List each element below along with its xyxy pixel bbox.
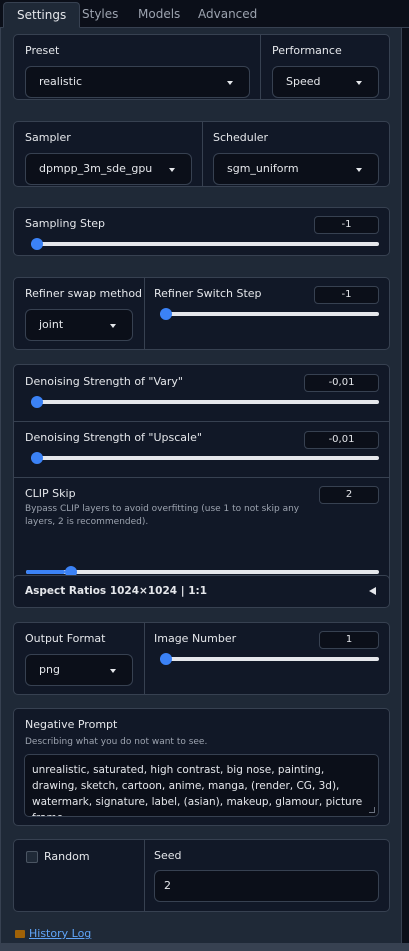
slider-thumb[interactable]	[31, 452, 43, 464]
clip-skip-label: CLIP Skip	[25, 487, 76, 500]
tab-settings[interactable]: Settings	[3, 2, 81, 28]
denoising-clip-group: Denoising Strength of "Vary" -0,01 Denoi…	[13, 364, 390, 589]
chevron-down-icon	[110, 324, 116, 328]
image-number-label: Image Number	[154, 632, 237, 645]
refiner-swap-method-label: Refiner swap method	[25, 287, 143, 300]
collapse-arrow-icon[interactable]	[369, 587, 376, 595]
tab-bar: Settings Styles Models Advanced	[0, 0, 409, 28]
output-format-value: png	[39, 663, 60, 676]
output-format-group: Output Format png Image Number 1	[13, 622, 390, 695]
performance-dropdown[interactable]: Speed	[272, 66, 379, 98]
negative-prompt-text: unrealistic, saturated, high contrast, b…	[32, 764, 363, 816]
slider-thumb[interactable]	[31, 238, 43, 250]
scheduler-value: sgm_uniform	[227, 162, 299, 175]
clip-skip-number-input[interactable]: 2	[319, 486, 379, 504]
slider-fill	[26, 570, 65, 574]
chevron-down-icon	[169, 168, 175, 172]
tab-styles[interactable]: Styles	[70, 2, 130, 28]
history-log-link[interactable]: History Log	[29, 927, 91, 940]
clip-skip-slider[interactable]	[26, 566, 379, 578]
preset-dropdown[interactable]: realistic	[25, 66, 250, 98]
negative-prompt-info: Describing what you do not want to see.	[25, 737, 208, 747]
sampling-step-label: Sampling Step	[25, 217, 106, 230]
output-format-dropdown[interactable]: png	[25, 654, 133, 686]
seed-input[interactable]: 2	[154, 870, 379, 902]
sampler-scheduler-group: Sampler dpmpp_3m_sde_gpu Scheduler sgm_u…	[13, 121, 390, 187]
image-number-number-input[interactable]: 1	[319, 631, 379, 649]
negative-prompt-group: Negative Prompt Describing what you do n…	[13, 708, 390, 826]
denoise-vary-number-input[interactable]: -0,01	[304, 374, 379, 392]
slider-thumb[interactable]	[160, 308, 172, 320]
sampling-step-slider[interactable]	[31, 238, 379, 250]
image-number-slider[interactable]	[160, 653, 379, 665]
sampler-label: Sampler	[25, 131, 71, 144]
denoise-upscale-label: Denoising Strength of "Upscale"	[25, 431, 202, 444]
performance-label: Performance	[272, 44, 342, 57]
aspect-ratios-accordion[interactable]: Aspect Ratios 1024×1024 | 1:1	[13, 575, 390, 608]
sampler-value: dpmpp_3m_sde_gpu	[39, 162, 153, 175]
denoise-vary-slider[interactable]	[31, 396, 379, 408]
scheduler-label: Scheduler	[213, 131, 269, 144]
clip-skip-info: Bypass CLIP layers to avoid overfitting …	[25, 504, 300, 527]
chevron-down-icon	[356, 81, 362, 85]
negative-prompt-label: Negative Prompt	[25, 718, 118, 731]
refiner-switch-step-label: Refiner Switch Step	[154, 287, 262, 300]
chevron-down-icon	[110, 669, 116, 673]
settings-panel: Preset realistic Performance Speed Sampl…	[0, 28, 402, 946]
preset-performance-group: Preset realistic Performance Speed	[13, 34, 390, 100]
refiner-switch-step-slider[interactable]	[160, 308, 379, 320]
slider-thumb[interactable]	[31, 396, 43, 408]
preset-label: Preset	[25, 44, 60, 57]
refiner-switch-step-number-input[interactable]: -1	[314, 286, 379, 304]
seed-group: Random Seed 2	[13, 839, 390, 912]
chevron-down-icon	[356, 168, 362, 172]
output-format-label: Output Format	[25, 632, 106, 645]
history-book-icon	[15, 930, 25, 938]
random-label: Random	[44, 850, 90, 863]
refiner-swap-method-dropdown[interactable]: joint	[25, 309, 133, 341]
seed-label: Seed	[154, 849, 182, 862]
denoise-upscale-slider[interactable]	[31, 452, 379, 464]
random-checkbox[interactable]	[26, 851, 38, 863]
preset-value: realistic	[39, 75, 83, 88]
denoise-upscale-number-input[interactable]: -0,01	[304, 431, 379, 449]
negative-prompt-textarea[interactable]: unrealistic, saturated, high contrast, b…	[24, 754, 379, 817]
refiner-group: Refiner swap method joint Refiner Switch…	[13, 277, 390, 350]
sampling-step-group: Sampling Step -1	[13, 207, 390, 256]
performance-value: Speed	[286, 75, 321, 88]
denoise-vary-label: Denoising Strength of "Vary"	[25, 375, 183, 388]
slider-thumb[interactable]	[160, 653, 172, 665]
tab-advanced[interactable]: Advanced	[186, 2, 269, 28]
chevron-down-icon	[227, 81, 233, 85]
aspect-ratios-label: Aspect Ratios 1024×1024 | 1:1	[25, 585, 208, 597]
scheduler-dropdown[interactable]: sgm_uniform	[213, 153, 379, 185]
resize-handle-icon[interactable]	[369, 807, 375, 813]
seed-value: 2	[164, 879, 171, 892]
bottom-bar	[0, 943, 409, 951]
refiner-swap-method-value: joint	[39, 318, 64, 331]
tab-models[interactable]: Models	[126, 2, 192, 28]
sampler-dropdown[interactable]: dpmpp_3m_sde_gpu	[25, 153, 192, 185]
sampling-step-number-input[interactable]: -1	[314, 216, 379, 234]
